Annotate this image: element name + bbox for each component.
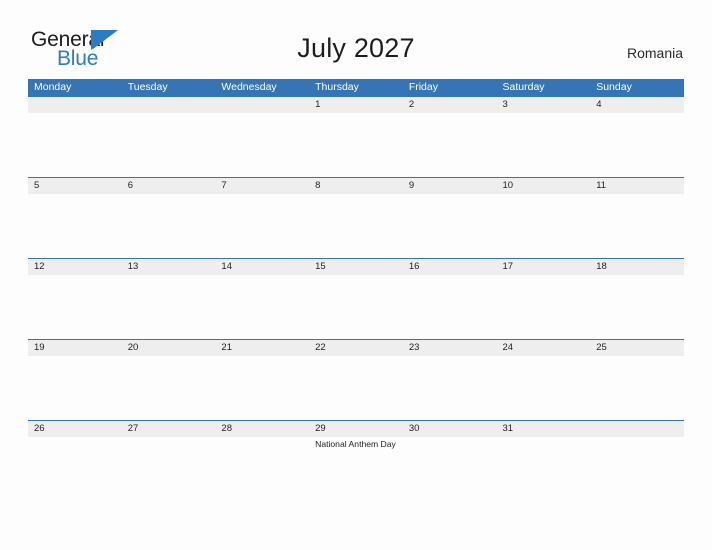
day-cell[interactable] [122, 356, 216, 420]
day-cell[interactable] [28, 113, 122, 177]
day-number[interactable]: 17 [497, 259, 591, 275]
day-number[interactable]: 7 [215, 178, 309, 194]
day-number[interactable]: 26 [28, 421, 122, 437]
day-cell[interactable] [122, 194, 216, 258]
day-cell[interactable] [590, 275, 684, 339]
day-number[interactable]: 20 [122, 340, 216, 356]
day-number[interactable] [28, 97, 122, 113]
day-number[interactable] [122, 97, 216, 113]
calendar-page: General Blue July 2027 Romania Monday Tu… [0, 0, 712, 550]
weekday-header-tuesday: Tuesday [127, 81, 168, 93]
day-cell[interactable] [122, 275, 216, 339]
day-cell[interactable] [403, 194, 497, 258]
day-number[interactable]: 18 [590, 259, 684, 275]
week-date-band: 1 2 3 4 [28, 96, 684, 113]
week-date-band: 5 6 7 8 9 10 11 [28, 177, 684, 194]
day-cell[interactable] [28, 194, 122, 258]
day-cell[interactable] [403, 356, 497, 420]
day-cell[interactable]: National Anthem Day [309, 437, 403, 501]
day-cell[interactable] [309, 194, 403, 258]
day-cell[interactable] [403, 437, 497, 501]
day-number[interactable]: 22 [309, 340, 403, 356]
day-cell[interactable] [590, 437, 684, 501]
day-number[interactable]: 31 [497, 421, 591, 437]
day-cell[interactable] [403, 113, 497, 177]
day-cell[interactable] [497, 437, 591, 501]
page-header: General Blue July 2027 Romania [0, 0, 712, 78]
day-cell[interactable] [309, 275, 403, 339]
weekday-header-wednesday: Wednesday [221, 81, 277, 93]
week-event-band: National Anthem Day [28, 437, 684, 501]
week-date-band: 12 13 14 15 16 17 18 [28, 258, 684, 275]
weekday-header-monday: Monday [34, 81, 72, 93]
page-title: July 2027 [297, 33, 415, 63]
week-event-band [28, 275, 684, 339]
day-cell[interactable] [590, 356, 684, 420]
day-number[interactable] [590, 421, 684, 437]
day-cell[interactable] [215, 356, 309, 420]
day-cell[interactable] [590, 194, 684, 258]
day-number[interactable] [215, 97, 309, 113]
weekday-header-saturday: Saturday [502, 81, 545, 93]
day-number[interactable]: 15 [309, 259, 403, 275]
day-number[interactable]: 6 [122, 178, 216, 194]
day-cell[interactable] [403, 275, 497, 339]
week-event-band [28, 194, 684, 258]
day-cell[interactable] [122, 437, 216, 501]
week-date-band: 26 27 28 29 30 31 [28, 420, 684, 437]
day-cell[interactable] [309, 113, 403, 177]
week-date-band: 19 20 21 22 23 24 25 [28, 339, 684, 356]
day-number[interactable]: 28 [215, 421, 309, 437]
calendar-week-row: 1 2 3 4 [28, 96, 684, 177]
day-cell[interactable] [497, 356, 591, 420]
day-cell[interactable] [497, 194, 591, 258]
day-cell[interactable] [122, 113, 216, 177]
day-number[interactable]: 27 [122, 421, 216, 437]
day-number[interactable]: 14 [215, 259, 309, 275]
day-number[interactable]: 12 [28, 259, 122, 275]
day-number[interactable]: 2 [403, 97, 497, 113]
day-number[interactable]: 4 [590, 97, 684, 113]
weekday-header-thursday: Thursday [315, 81, 359, 93]
day-number[interactable]: 21 [215, 340, 309, 356]
calendar-week-row: 5 6 7 8 9 10 11 [28, 177, 684, 258]
day-event-national-anthem-day: National Anthem Day [315, 439, 396, 449]
calendar-week-row: 26 27 28 29 30 31 National Anthem Day [28, 420, 684, 501]
day-number[interactable]: 30 [403, 421, 497, 437]
day-cell[interactable] [590, 113, 684, 177]
calendar-week-row: 19 20 21 22 23 24 25 [28, 339, 684, 420]
weekday-header-sunday: Sunday [596, 81, 632, 93]
weekday-header-friday: Friday [408, 81, 438, 93]
day-number[interactable]: 8 [309, 178, 403, 194]
day-cell[interactable] [215, 113, 309, 177]
region-label: Romania [626, 45, 683, 61]
day-number[interactable]: 23 [403, 340, 497, 356]
day-number[interactable]: 10 [497, 178, 591, 194]
day-number[interactable]: 1 [309, 97, 403, 113]
day-cell[interactable] [497, 113, 591, 177]
day-cell[interactable] [497, 275, 591, 339]
day-cell[interactable] [215, 437, 309, 501]
day-number[interactable]: 19 [28, 340, 122, 356]
day-number[interactable]: 25 [590, 340, 684, 356]
day-number[interactable]: 13 [122, 259, 216, 275]
day-number[interactable]: 3 [497, 97, 591, 113]
week-event-band [28, 356, 684, 420]
day-number[interactable]: 24 [497, 340, 591, 356]
week-event-band [28, 113, 684, 177]
day-number[interactable]: 5 [28, 178, 122, 194]
calendar-grid: Monday Tuesday Wednesday Thursday Friday… [28, 79, 684, 501]
day-cell[interactable] [215, 275, 309, 339]
calendar-week-row: 12 13 14 15 16 17 18 [28, 258, 684, 339]
day-cell[interactable] [28, 437, 122, 501]
day-cell[interactable] [28, 356, 122, 420]
day-number[interactable]: 29 [309, 421, 403, 437]
day-cell[interactable] [215, 194, 309, 258]
day-cell[interactable] [28, 275, 122, 339]
day-number[interactable]: 16 [403, 259, 497, 275]
day-number[interactable]: 11 [590, 178, 684, 194]
day-cell[interactable] [309, 356, 403, 420]
weekday-header-row: Monday Tuesday Wednesday Thursday Friday… [28, 79, 684, 96]
day-number[interactable]: 9 [403, 178, 497, 194]
